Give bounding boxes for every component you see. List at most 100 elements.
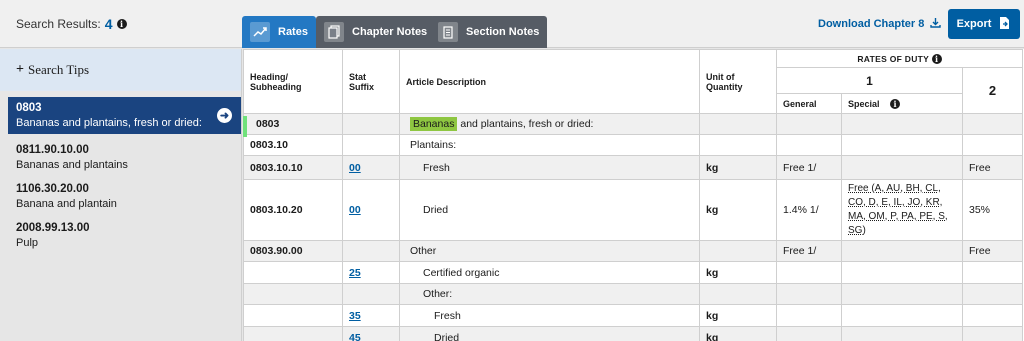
header-special-label: Special — [848, 98, 880, 109]
stat-suffix-link[interactable]: 35 — [349, 310, 361, 322]
table-row: 35 Fresh kg — [243, 304, 1023, 327]
result-desc: Bananas and plantains — [16, 159, 128, 171]
row-special — [841, 326, 963, 341]
export-button[interactable]: Export — [948, 9, 1020, 39]
search-tips-label: Search Tips — [27, 62, 90, 77]
row-article: Dried — [399, 179, 700, 241]
result-item-0811[interactable]: 0811.90.10.00 Bananas and plantains — [0, 140, 241, 175]
row-unit: kg — [699, 155, 777, 180]
table-row: Other: — [243, 283, 1023, 305]
stat-suffix-link[interactable]: 25 — [349, 267, 361, 279]
row-heading: 0803.10.20 — [243, 179, 343, 241]
row-col2 — [962, 283, 1023, 305]
search-results-summary: Search Results: 4 i — [16, 16, 127, 32]
row-stat — [342, 134, 400, 156]
row-col2 — [962, 261, 1023, 284]
row-unit — [699, 113, 777, 135]
arrow-right-icon: ➜ — [217, 108, 232, 123]
header-stat-suffix: Stat Suffix — [342, 49, 400, 114]
rates-table-container: Heading/ Subheading Stat Suffix Article … — [243, 49, 1024, 341]
search-highlight: Bananas — [410, 117, 458, 131]
header-article-description: Article Description — [399, 49, 700, 114]
table-row: 25 Certified organic kg — [243, 261, 1023, 284]
row-stat: 00 — [342, 155, 400, 180]
header-heading: Heading/ Subheading — [243, 49, 343, 114]
table-row: 45 Dried kg — [243, 326, 1023, 341]
header-special: Special i — [841, 93, 963, 114]
document-icon — [438, 22, 458, 42]
info-icon[interactable]: i — [890, 98, 901, 109]
row-article: Bananas and plantains, fresh or dried: — [399, 113, 700, 135]
row-unit: kg — [699, 326, 777, 341]
row-heading: 0803.10.10 — [243, 155, 343, 180]
result-desc: Bananas and plantains, fresh or dried: — [16, 117, 202, 129]
stat-suffix-link[interactable]: 45 — [349, 332, 361, 341]
row-general: 1.4% 1/ — [776, 179, 842, 241]
row-stat — [342, 240, 400, 262]
row-heading — [243, 283, 343, 305]
info-icon[interactable]: i — [931, 53, 942, 64]
tab-rates-label: Rates — [278, 26, 308, 38]
row-special — [841, 283, 963, 305]
header-column-1: 1 — [776, 67, 963, 94]
row-special — [841, 113, 963, 135]
row-article: Other: — [399, 283, 700, 305]
table-row: 0803 Bananas and plantains, fresh or dri… — [243, 113, 1023, 135]
row-article: Certified organic — [399, 261, 700, 284]
result-item-1106[interactable]: 1106.30.20.00 Banana and plantain — [0, 179, 241, 214]
row-special — [841, 134, 963, 156]
result-desc: Banana and plantain — [16, 198, 117, 210]
row-heading — [243, 304, 343, 327]
result-code: 0811.90.10.00 — [16, 144, 89, 156]
top-bar: Search Results: 4 i Rates Chapter Notes … — [0, 0, 1024, 48]
row-general: Free 1/ — [776, 240, 842, 262]
row-unit — [699, 283, 777, 305]
row-stat — [342, 283, 400, 305]
row-article: Fresh — [399, 304, 700, 327]
row-col2: 35% — [962, 179, 1023, 241]
row-col2: Free — [962, 155, 1023, 180]
chart-icon — [250, 22, 270, 42]
download-chapter-label: Download Chapter 8 — [818, 18, 925, 30]
row-stat: 35 — [342, 304, 400, 327]
export-label: Export — [956, 18, 992, 30]
row-unit: kg — [699, 261, 777, 284]
row-heading: 0803.10 — [243, 134, 343, 156]
header-general: General — [776, 93, 842, 114]
table-row: 0803.10 Plantains: — [243, 134, 1023, 156]
row-unit: kg — [699, 179, 777, 241]
row-article-text: and plantains, fresh or dried: — [460, 118, 594, 130]
row-col2: Free — [962, 240, 1023, 262]
documents-icon — [324, 22, 344, 42]
tab-section-notes[interactable]: Section Notes — [430, 16, 548, 48]
tab-chapter-notes[interactable]: Chapter Notes — [316, 16, 436, 48]
row-col2 — [962, 134, 1023, 156]
row-col2 — [962, 326, 1023, 341]
table-row: 0803.90.00 Other Free 1/ Free — [243, 240, 1023, 262]
row-article: Fresh — [399, 155, 700, 180]
row-heading: 0803 — [243, 113, 343, 135]
header-rates-of-duty: RATES OF DUTY i — [776, 49, 1023, 68]
search-results-sidebar: + Search Tips 0803 Bananas and plantains… — [0, 49, 242, 341]
row-special — [841, 240, 963, 262]
result-item-2008[interactable]: 2008.99.13.00 Pulp — [0, 218, 241, 253]
tab-rates[interactable]: Rates — [242, 16, 316, 48]
header-column-2: 2 — [962, 67, 1023, 114]
search-results-label: Search Results: — [16, 17, 101, 31]
result-code: 1106.30.20.00 — [16, 183, 89, 195]
result-code: 0803 — [16, 102, 42, 114]
download-chapter-link[interactable]: Download Chapter 8 — [818, 17, 942, 31]
stat-suffix-link[interactable]: 00 — [349, 162, 361, 174]
download-icon — [930, 17, 942, 31]
tab-chapter-notes-label: Chapter Notes — [352, 26, 428, 38]
search-tips-toggle[interactable]: + Search Tips — [0, 49, 241, 91]
row-stat: 25 — [342, 261, 400, 284]
result-item-0803[interactable]: 0803 Bananas and plantains, fresh or dri… — [8, 97, 241, 134]
row-heading: 0803.90.00 — [243, 240, 343, 262]
table-row: 0803.10.20 00 Dried kg 1.4% 1/ Free (A, … — [243, 179, 1023, 241]
tab-section-notes-label: Section Notes — [466, 26, 540, 38]
row-stat: 00 — [342, 179, 400, 241]
stat-suffix-link[interactable]: 00 — [349, 204, 361, 216]
row-unit — [699, 134, 777, 156]
info-icon[interactable]: i — [116, 19, 127, 29]
